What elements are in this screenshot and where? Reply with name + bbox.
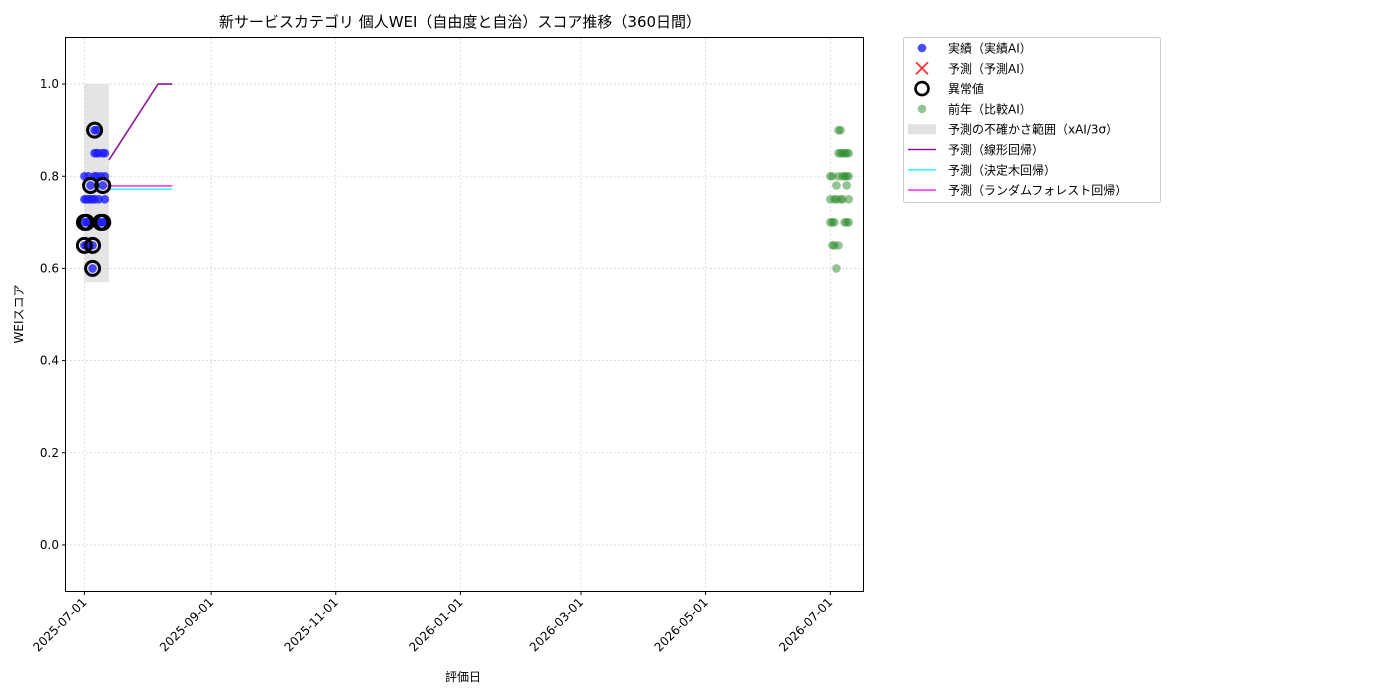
y-tick-label: 1.0 xyxy=(40,77,59,91)
actual-point xyxy=(98,181,108,190)
legend: 実績（実績AI） 予測（予測AI） 異常値前年（比較AI） 予測の不確かさ範囲（xAI… xyxy=(903,37,1161,203)
x-tick-label: 2025-07-01 xyxy=(30,595,89,654)
x-tick-label: 2025-11-01 xyxy=(282,595,341,654)
previous-year-point xyxy=(844,194,853,204)
y-tick-label: 0.0 xyxy=(40,538,59,552)
data-points-layer xyxy=(75,121,853,277)
legend-marker-uncertainty xyxy=(908,124,936,135)
y-tick-label: 0.6 xyxy=(40,261,59,275)
previous-year-point xyxy=(834,241,843,250)
legend-label-actual: 実績（実績AI） xyxy=(948,41,1032,56)
actual-point xyxy=(100,194,110,204)
actual-point xyxy=(86,181,95,190)
legend-label-uncertainty: 予測の不確かさ範囲（xAI/3σ） xyxy=(948,122,1118,137)
x-tick-label: 2025-09-01 xyxy=(157,595,216,654)
y-tick-label: 0.4 xyxy=(40,354,59,368)
previous-year-point xyxy=(832,264,841,273)
previous-year-point xyxy=(844,148,853,158)
y-tick-label: 0.2 xyxy=(40,446,59,460)
linear-forecast-line xyxy=(108,83,173,161)
x-tick-label: 2026-05-01 xyxy=(652,595,711,654)
previous-year-point xyxy=(842,181,851,190)
legend-marker-actual xyxy=(917,43,927,53)
y-tick-label: 0.8 xyxy=(40,169,59,183)
x-tick-label: 2026-07-01 xyxy=(776,595,835,654)
grid-layer xyxy=(66,38,863,591)
previous-year-point xyxy=(830,218,839,227)
previous-year-point xyxy=(832,181,841,190)
legend-label-predicted: 予測（予測AI） xyxy=(948,62,1032,76)
previous-year-point xyxy=(844,171,853,181)
y-axis-ticks: 0.0 0.2 0.4 0.6 0.8 1.0 xyxy=(40,77,66,552)
legend-frame xyxy=(903,37,1161,203)
y-axis-label: WEIスコア xyxy=(12,285,26,344)
chart-title: 新サービスカテゴリ 個人WEI（自由度と自治）スコア推移（360日間） xyxy=(219,13,701,31)
legend-label-previous-year: 前年（比較AI） xyxy=(948,101,1032,116)
previous-year-point xyxy=(836,125,845,135)
x-tick-label: 2026-03-01 xyxy=(527,595,586,654)
plot-frame xyxy=(65,37,864,592)
x-axis-ticks: 2025-07-01 2025-09-01 2025-11-01 2026-01-01… xyxy=(30,591,835,654)
x-axis-label: 評価日 xyxy=(445,669,481,684)
chart: 新サービスカテゴリ 個人WEI（自由度と自治）スコア推移（360日間） 0.00… xyxy=(12,13,1161,684)
actual-point xyxy=(100,148,110,158)
legend-marker-previous-year xyxy=(917,104,927,114)
actual-point xyxy=(88,264,97,273)
previous-year-point xyxy=(844,218,853,227)
legend-label-anomaly: 異常値 xyxy=(948,81,984,96)
forecast-lines-layer xyxy=(106,83,173,190)
x-tick-label: 2026-01-01 xyxy=(406,595,465,654)
legend-label-forest: 予測（ランダムフォレスト回帰） xyxy=(948,183,1127,198)
legend-label-tree: 予測（決定木回帰） xyxy=(948,162,1056,177)
legend-label-linear: 予測（線形回帰） xyxy=(948,142,1044,157)
